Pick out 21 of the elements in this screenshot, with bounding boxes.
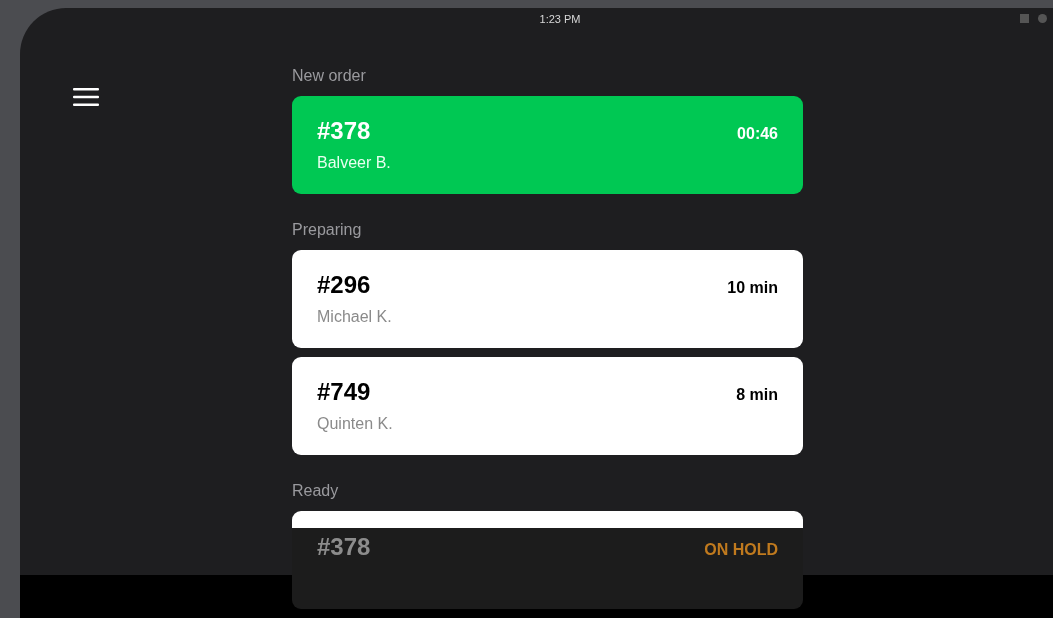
order-number: #296: [317, 271, 371, 299]
circle-icon: [1038, 14, 1047, 23]
customer-name: Michael K.: [317, 308, 393, 326]
order-number: #749: [317, 378, 371, 406]
order-number: #378: [317, 117, 371, 145]
section-heading: New order: [292, 67, 367, 86]
menu-icon[interactable]: [73, 88, 99, 106]
order-status: 10 min: [727, 279, 778, 297]
section-heading: Preparing: [292, 221, 363, 240]
order-card[interactable]: #296 10 min Michael K.: [292, 250, 803, 348]
square-icon: [1020, 14, 1029, 23]
section-heading: Ready: [292, 482, 340, 501]
order-number: #378: [317, 533, 371, 561]
order-status: ON HOLD: [704, 541, 778, 559]
customer-name: Balveer B.: [317, 154, 392, 172]
status-time: 1:23 PM: [539, 13, 581, 25]
order-status: 00:46: [737, 125, 778, 143]
order-card[interactable]: #378 ON HOLD: [292, 511, 803, 609]
order-status: 8 min: [736, 386, 778, 404]
customer-name: Quinten K.: [317, 415, 394, 433]
order-card[interactable]: #749 8 min Quinten K.: [292, 357, 803, 455]
